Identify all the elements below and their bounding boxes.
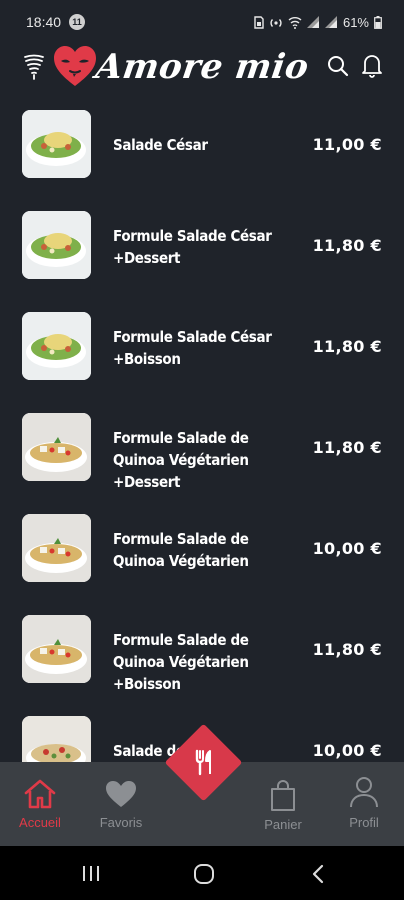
product-item[interactable]: Formule Salade de Quinoa Végétarien 10,0…: [0, 499, 404, 600]
app-header: Amore mio: [0, 44, 404, 92]
product-price: 11,80 €: [312, 236, 382, 255]
status-right: 61%: [254, 15, 382, 30]
product-price: 11,80 €: [312, 438, 382, 457]
nav-home-label: Accueil: [19, 815, 61, 830]
brand-title: Amore mio: [93, 47, 312, 87]
battery-percent: 61%: [342, 14, 369, 30]
caesar-salad-image: [22, 110, 91, 178]
product-item[interactable]: Formule Salade de Quinoa Végétarien +Boi…: [0, 600, 404, 701]
caesar-salad-image: [22, 211, 91, 279]
product-item[interactable]: Formule Salade César +Dessert 11,80 €: [0, 196, 404, 297]
nav-profile-label: Profil: [349, 815, 379, 830]
product-name: Salade César: [113, 136, 208, 154]
product-item[interactable]: Formule Salade de Quinoa Végétarien +Des…: [0, 398, 404, 499]
shopping-bag-icon: [271, 780, 295, 811]
product-price: 11,80 €: [312, 337, 382, 356]
battery-icon: [374, 15, 382, 29]
product-name: Formule Salade de Quinoa Végétarien +Boi…: [113, 631, 249, 693]
status-time: 18:40: [26, 14, 62, 30]
nav-favorites-label: Favoris: [99, 815, 143, 830]
product-list: Salade César 11,00 € Formule Salade Césa…: [0, 95, 404, 762]
system-nav-bar: [0, 846, 404, 900]
nav-profile[interactable]: Profil: [329, 762, 399, 846]
home-icon: [24, 779, 56, 809]
search-icon[interactable]: [326, 54, 350, 78]
product-name: Formule Salade de Quinoa Végétarien +Des…: [113, 429, 249, 491]
product-name: Formule Salade de Quinoa Végétarien: [113, 530, 249, 570]
nav-cart-label: Panier: [264, 817, 302, 832]
nav-cart[interactable]: Panier: [248, 762, 318, 846]
quinoa-salad-image: [22, 615, 91, 683]
status-left: 18:40 11: [26, 14, 86, 30]
nav-favorites[interactable]: Favoris: [86, 762, 156, 846]
nav-home[interactable]: Accueil: [5, 762, 75, 846]
product-name: Formule Salade César +Dessert: [113, 227, 272, 267]
product-item[interactable]: Formule Salade César +Boisson 11,80 €: [0, 297, 404, 398]
product-price: 11,00 €: [312, 135, 382, 154]
product-name: Formule Salade César +Boisson: [113, 328, 272, 368]
wifi-icon: [288, 16, 302, 29]
caesar-salad-image: [22, 312, 91, 380]
signal-2-icon: [324, 16, 337, 28]
hotspot-icon: [270, 18, 282, 27]
recent-apps-icon[interactable]: [82, 865, 100, 882]
status-bar: 18:40 11 61%: [0, 0, 404, 44]
product-price: 10,00 €: [312, 539, 382, 558]
user-icon: [350, 777, 378, 808]
fork-knife-icon[interactable]: [185, 743, 223, 781]
sim-icon: [254, 15, 264, 29]
notification-count-badge: 11: [69, 14, 86, 30]
product-price: 11,80 €: [312, 640, 382, 659]
product-item[interactable]: Salade César 11,00 €: [0, 95, 404, 196]
product-price: 10,00 €: [312, 741, 382, 760]
bell-icon[interactable]: [360, 52, 384, 78]
back-icon[interactable]: [311, 864, 325, 884]
mixed-salad-image: [22, 716, 91, 762]
home-circle-icon[interactable]: [193, 863, 215, 885]
signal-icon: [306, 16, 319, 28]
heart-mask-icon: [54, 46, 96, 86]
quinoa-salad-image: [22, 413, 91, 481]
heart-icon: [106, 781, 136, 807]
menu-swirl-icon[interactable]: [22, 52, 46, 82]
quinoa-salad-image: [22, 514, 91, 582]
